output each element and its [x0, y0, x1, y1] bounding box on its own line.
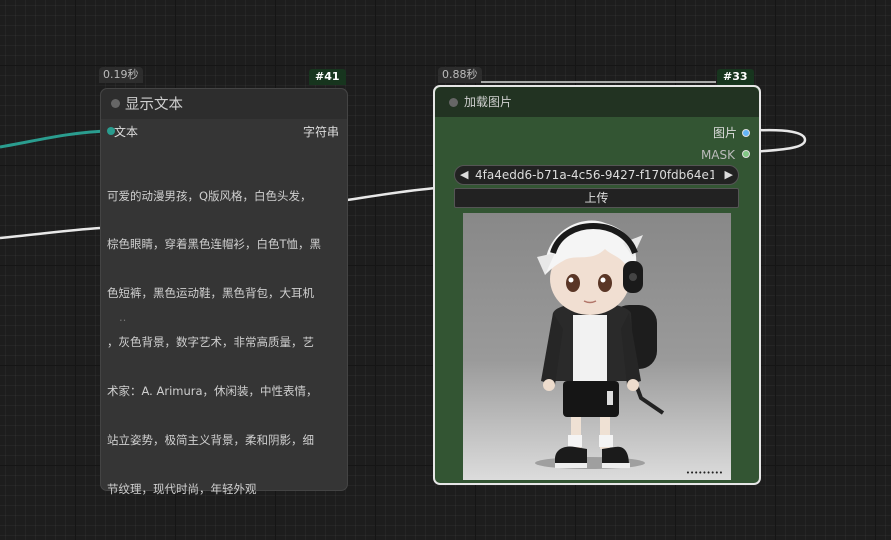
output-slot-label: 字符串	[302, 125, 339, 139]
wire-string-out[interactable]	[346, 186, 438, 202]
arrow-right-icon[interactable]: ▶	[725, 168, 733, 181]
resize-hint: ‥	[119, 311, 127, 324]
collapse-dot-icon[interactable]	[449, 98, 458, 107]
preview-watermark: •••••••••	[685, 469, 723, 477]
upload-button[interactable]: 上传	[454, 188, 739, 208]
image-file-combo[interactable]: ◀ 4fa4edd6-b71a-4c56-9427-f170fdb64e16.p…	[454, 165, 739, 185]
output-image-slot-dot-icon[interactable]	[742, 129, 750, 137]
node-id-badge: #33	[717, 69, 754, 85]
node-title: 加载图片	[464, 95, 513, 109]
progress-bar	[481, 81, 716, 83]
timing-label: 0.19秒	[99, 67, 143, 83]
node-header[interactable]: 加载图片	[435, 87, 759, 117]
text-display-area[interactable]: 可爱的动漫男孩，Q版风格，白色头发， 棕色眼睛，穿着黑色连帽衫，白色T恤，黑 色…	[107, 155, 321, 530]
text-line: ，灰色背景，数字艺术，非常高质量，艺	[107, 335, 314, 350]
input-slot-label: 文本	[114, 125, 139, 139]
arrow-left-icon[interactable]: ◀	[460, 168, 468, 181]
timing-label: 0.88秒	[438, 67, 482, 83]
character-illustration	[535, 220, 665, 469]
image-file-value: 4fa4edd6-b71a-4c56-9427-f170fdb64e16.png	[475, 168, 714, 182]
output-mask-label: MASK	[700, 148, 735, 162]
text-line: 可爱的动漫男孩，Q版风格，白色头发，	[107, 188, 312, 203]
node-title: 显示文本	[125, 97, 183, 113]
load-image-node[interactable]: 加载图片 图片 MASK ◀ 4fa4edd6-b71a-4c56-9427-f…	[433, 85, 761, 485]
text-line: 站立姿势，极简主义背景，柔和阴影，细	[107, 433, 314, 448]
node-id-badge: #41	[309, 69, 346, 85]
image-preview: •••••••••	[463, 213, 731, 480]
text-line: 节纹理，现代时尚，年轻外观	[107, 481, 257, 496]
text-line: 色短裤，黑色运动鞋，黑色背包，大耳机	[107, 286, 314, 301]
show-text-node[interactable]: 显示文本 文本 字符串 可爱的动漫男孩，Q版风格，白色头发， 棕色眼睛，穿着黑色…	[100, 88, 348, 496]
wire-string-in[interactable]	[0, 226, 101, 240]
wire-image-link[interactable]	[0, 129, 111, 149]
output-mask-slot-dot-icon[interactable]	[742, 150, 750, 158]
text-line: 棕色眼睛，穿着黑色连帽衫，白色T恤，黑	[107, 237, 322, 252]
text-line: 术家：A. Arimura，休闲装，中性表情，	[107, 384, 318, 399]
node-header[interactable]: 显示文本	[101, 89, 347, 119]
output-image-label: 图片	[712, 126, 737, 140]
collapse-dot-icon[interactable]	[111, 99, 120, 108]
